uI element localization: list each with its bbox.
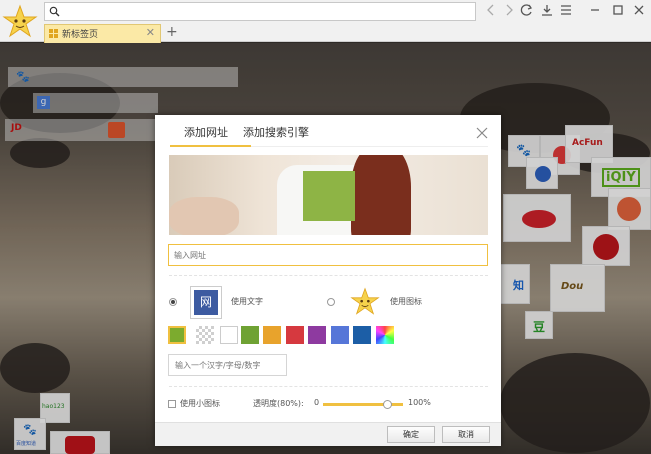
- cancel-button[interactable]: 取消: [442, 426, 490, 443]
- menu-icon[interactable]: [559, 3, 573, 17]
- dialog-close-icon[interactable]: [475, 126, 489, 140]
- tab-close-icon[interactable]: ✕: [146, 26, 155, 39]
- forward-arrow-icon[interactable]: [502, 3, 516, 17]
- color-swatch[interactable]: [308, 326, 326, 344]
- url-input[interactable]: [168, 244, 488, 266]
- option-use-text-label: 使用文字: [231, 297, 263, 306]
- star-mascot-icon: [350, 287, 380, 315]
- preview-image-arm: [169, 197, 239, 235]
- opacity-label: 透明度(80%):: [253, 399, 304, 408]
- section-divider: [169, 386, 488, 387]
- small-icon-label: 使用小图标: [180, 399, 220, 408]
- browser-chrome: 新标签页 ✕ +: [0, 0, 651, 43]
- new-tab-button[interactable]: +: [166, 24, 178, 40]
- refresh-icon[interactable]: [520, 3, 534, 17]
- active-tab-indicator: [170, 145, 251, 147]
- browser-star-logo[interactable]: [2, 4, 38, 40]
- opacity-max-label: 100%: [408, 398, 431, 407]
- color-swatch[interactable]: [353, 326, 371, 344]
- section-divider: [169, 275, 488, 276]
- tab-underline: [251, 146, 488, 147]
- text-icon-char: 网: [194, 290, 218, 315]
- maximize-icon[interactable]: [611, 3, 625, 17]
- download-icon[interactable]: [540, 3, 554, 17]
- grid-icon: [49, 29, 58, 38]
- browser-tab-new-tab[interactable]: 新标签页 ✕: [44, 24, 161, 43]
- ok-button[interactable]: 确定: [387, 426, 435, 443]
- color-swatch[interactable]: [196, 326, 214, 344]
- tab-add-url[interactable]: 添加网址: [184, 124, 228, 140]
- small-icon-checkbox[interactable]: [168, 400, 176, 408]
- color-swatch[interactable]: [376, 326, 394, 344]
- tab-add-search-engine[interactable]: 添加搜索引擎: [243, 124, 309, 140]
- color-swatch[interactable]: [241, 326, 259, 344]
- tab-label: 新标签页: [62, 30, 99, 40]
- address-bar[interactable]: [44, 2, 476, 21]
- option-use-icon-label: 使用图标: [390, 297, 422, 306]
- dialog-footer: 确定 取消: [155, 422, 501, 446]
- text-icon-preview: 网: [190, 286, 222, 319]
- back-arrow-icon[interactable]: [484, 3, 498, 17]
- opacity-min-label: 0: [314, 398, 320, 407]
- color-swatch[interactable]: [331, 326, 349, 344]
- color-swatch[interactable]: [263, 326, 281, 344]
- color-swatch[interactable]: [168, 326, 186, 344]
- radio-use-text[interactable]: [169, 298, 177, 306]
- add-shortcut-dialog: 添加网址 添加搜索引擎 网 使用文字 使用图标 使用小图标 透明度(80%): …: [155, 115, 501, 446]
- radio-use-icon[interactable]: [327, 298, 335, 306]
- search-icon: [49, 6, 60, 17]
- color-swatch[interactable]: [286, 326, 304, 344]
- opacity-slider-thumb[interactable]: [382, 400, 392, 409]
- background-preview: [169, 155, 488, 235]
- minimize-icon[interactable]: [588, 3, 602, 17]
- window-close-icon[interactable]: [632, 3, 646, 17]
- char-input[interactable]: [168, 354, 287, 376]
- color-swatch[interactable]: [220, 326, 238, 344]
- preview-image-hair: [351, 155, 411, 235]
- preview-tile-color: [303, 171, 355, 221]
